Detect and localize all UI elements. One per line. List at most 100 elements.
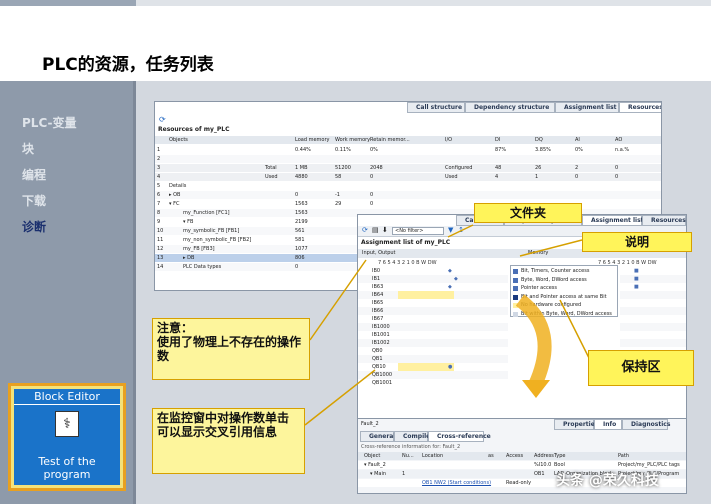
tab-cross-reference[interactable]: Cross-reference — [428, 431, 491, 442]
memory-row[interactable] — [620, 331, 686, 339]
memory-row[interactable] — [620, 323, 686, 331]
table-cell: 0 — [615, 165, 619, 171]
table-cell: ▾ FB — [183, 219, 194, 225]
tab-resources-2[interactable]: Resources — [642, 215, 686, 226]
table-cell: 6 — [157, 192, 161, 198]
memory-row[interactable]: ■ — [620, 283, 686, 291]
column-header: DQ — [535, 137, 543, 143]
address-row[interactable]: IB63 ◆ — [358, 283, 508, 291]
nav-plc-tags[interactable]: PLC-变量 — [22, 114, 77, 131]
table-cell: 51200 — [335, 165, 351, 171]
address-row[interactable]: QB1000 — [358, 371, 508, 379]
table-cell: 87% — [495, 147, 507, 153]
tab-assignment-list[interactable]: Assignment list — [555, 102, 619, 113]
nav-diagnostics[interactable]: 诊断 — [22, 218, 46, 235]
assignment-header: Assignment list of my_PLC — [361, 239, 451, 246]
address-label: IB0 — [372, 268, 381, 274]
address-row[interactable]: IB65 — [358, 299, 508, 307]
callout-retain: 保持区 — [588, 350, 694, 386]
tab-compile[interactable]: Compile — [394, 431, 430, 442]
table-row[interactable]: 7 ▾ FC 1563 29 0 — [155, 200, 661, 208]
legend-swatch-icon — [513, 286, 518, 291]
column-header: Object — [364, 453, 381, 459]
table-cell: 7 — [157, 201, 161, 207]
address-row[interactable]: QB0 — [358, 347, 508, 355]
tab-assignment-list-2[interactable]: Assignment list — [582, 215, 644, 226]
resources-header: Resources of my_PLC — [158, 126, 230, 133]
tab-general[interactable]: General — [360, 431, 395, 442]
table-cell: 0 — [575, 174, 579, 180]
address-row[interactable]: IB0 ◆ — [358, 267, 508, 275]
access-marker-icon: ◆ — [448, 284, 452, 290]
slide-header: PLC的资源，任务列表 — [0, 6, 711, 81]
address-row[interactable]: IB66 — [358, 307, 508, 315]
table-cell: 1 — [535, 174, 539, 180]
table-cell: 806 — [295, 255, 305, 261]
table-row[interactable]: 1 0.44% 0.11% 0% 87% 3.85% 0% n.a.% — [155, 146, 661, 154]
column-header: Location — [422, 453, 444, 459]
table-cell: ▸ DB — [183, 255, 195, 261]
bookmark-icon[interactable]: ⬇ — [382, 226, 388, 234]
table-row[interactable]: 3 Total 1 MB 51200 2048 Configured 48 26 2 0 — [155, 164, 661, 172]
table-row[interactable]: 4 Used 4880 58 0 Used 4 1 0 0 — [155, 173, 661, 181]
memory-row[interactable] — [620, 315, 686, 323]
filter-select[interactable]: <No filter> — [392, 227, 444, 235]
table-cell: 4 — [495, 174, 499, 180]
address-row[interactable]: QB1001 — [358, 379, 508, 387]
table-cell: 1563 — [295, 201, 308, 207]
table-cell: 0 — [370, 174, 374, 180]
table-cell: 0 — [295, 264, 299, 270]
table-cell: n.a.% — [615, 147, 630, 153]
refresh-icon[interactable]: ⟳ — [362, 226, 368, 234]
badge-header: Block Editor — [14, 389, 120, 405]
address-row[interactable]: QB1 — [358, 355, 508, 363]
address-row[interactable]: IB67 — [358, 315, 508, 323]
inspector-subtabs: General Compile Cross-reference — [360, 431, 491, 442]
table-cell: 0 — [295, 192, 299, 198]
sort-icon[interactable]: ↥ — [458, 226, 464, 234]
table-cell: Project/my_PLC/PLC tags — [618, 462, 680, 468]
address-row[interactable]: IB64 — [358, 291, 508, 299]
memory-row[interactable] — [620, 339, 686, 347]
table-cell: 1077 — [295, 246, 308, 252]
legend-swatch-icon — [513, 294, 518, 300]
callout-note: 注意： 使用了物理上不存在的操作数 — [152, 318, 310, 380]
address-row[interactable]: IB1000 — [358, 323, 508, 331]
memory-row[interactable] — [620, 291, 686, 299]
access-marker-icon: ◆ — [448, 268, 452, 274]
watermark: 头条 @荣久科技 — [556, 473, 659, 489]
table-row[interactable]: 2 — [155, 155, 661, 163]
tab-resources[interactable]: Resources — [619, 102, 661, 113]
address-row[interactable]: QB10 ● — [358, 363, 508, 371]
column-header: Work memory — [335, 137, 371, 143]
table-row[interactable]: 6 ▸ OB 0 -1 0 — [155, 191, 661, 199]
tab-info[interactable]: Info — [594, 419, 622, 430]
legend-item: Bit and Pointer access at same Bit — [513, 293, 617, 301]
bit-header: 7 6 5 4 3 2 1 0 B W DW — [378, 260, 437, 266]
tab-call-structure[interactable]: Call structure — [407, 102, 465, 113]
cross-ref-row[interactable]: ▾ Fault_2 %I10.0 Bool Project/my_PLC/PLC ta… — [358, 461, 686, 469]
table-cell: 1 MB — [295, 165, 308, 171]
tab-properties[interactable]: Properties — [554, 419, 598, 430]
nav-blocks[interactable]: 块 — [22, 140, 34, 157]
address-row[interactable]: IB1001 — [358, 331, 508, 339]
tab-dependency-structure[interactable]: Dependency structure — [465, 102, 555, 113]
filter-icon[interactable]: ▼ — [448, 226, 453, 234]
address-label: QB1000 — [372, 372, 393, 378]
nav-programming[interactable]: 编程 — [22, 166, 46, 183]
table-cell: 48 — [495, 165, 502, 171]
memory-row[interactable] — [620, 307, 686, 315]
display-icon[interactable]: ▤ — [372, 226, 379, 234]
address-row[interactable]: IB1002 — [358, 339, 508, 347]
tab-diagnostics[interactable]: Diagnostics — [622, 419, 670, 430]
refresh-icon[interactable]: ⟳ — [159, 115, 166, 124]
table-row[interactable]: 5 Details — [155, 182, 661, 190]
column-header: AI — [575, 137, 580, 143]
address-row[interactable]: IB1 ◆ — [358, 275, 508, 283]
memory-row[interactable]: ■ — [620, 275, 686, 283]
memory-row[interactable] — [620, 299, 686, 307]
cross-ref-link[interactable]: OB1 NW2 (Start conditions) — [422, 479, 491, 487]
nav-download[interactable]: 下载 — [22, 192, 46, 209]
memory-row[interactable]: ■ — [620, 267, 686, 275]
legend-item: Bit, Timers, Counter access — [513, 267, 617, 275]
